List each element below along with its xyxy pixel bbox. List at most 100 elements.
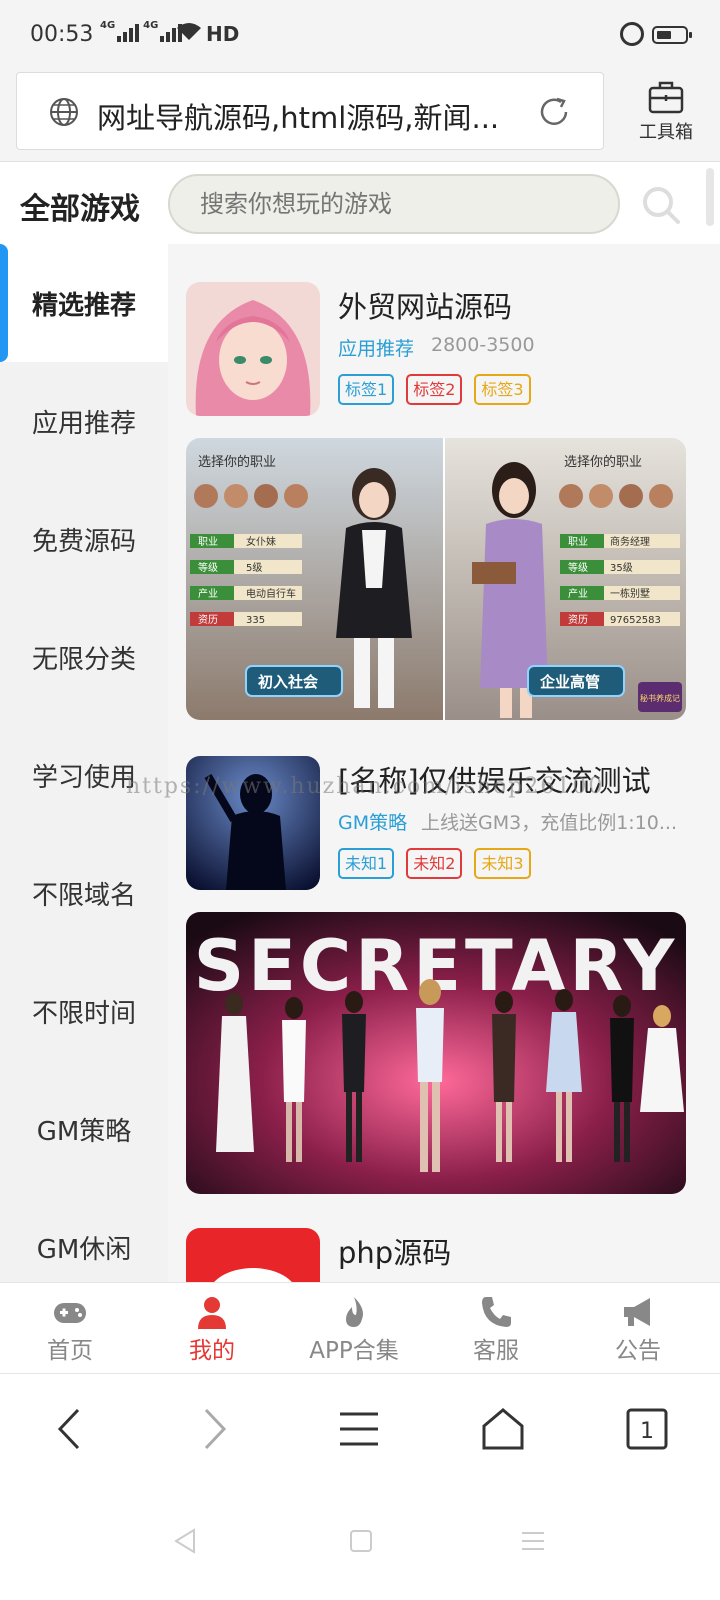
sidebar-item-label: 不限域名 [31,880,136,911]
search-box[interactable] [168,174,620,234]
sidebar-item-featured[interactable]: 精选推荐 [0,244,168,362]
tabs-icon: 1 [626,1408,668,1450]
sidebar-item-gm-strategy[interactable]: GM策略 [0,1070,168,1188]
nav-label: 客服 [473,1338,519,1364]
forward-icon[interactable] [188,1404,238,1454]
game-title[interactable]: php源码 [338,1230,451,1272]
sidebar-item-label: 不限时间 [31,998,136,1029]
alarm-icon [620,22,644,46]
address-text[interactable]: 网址导航源码,html源码,新闻... [97,95,537,137]
system-nav-bar [0,1484,720,1600]
banner-row-value: 女仆妹 [246,535,276,548]
gamepad-icon [54,1303,86,1323]
tag: 未知3 [474,848,531,880]
toolbox-icon [648,81,684,114]
category-header: 全部游戏 [0,162,720,244]
wifi-icon [177,23,201,40]
user-icon [198,1297,226,1329]
sidebar-item-unlimited-domain[interactable]: 不限域名 [0,834,168,952]
signal-icon: 4G 4G [100,20,183,42]
sidebar-item-free-source[interactable]: 免费源码 [0,480,168,598]
banner-heading-left: 选择你的职业 [198,454,276,470]
search-input[interactable] [200,190,580,218]
nav-label: 首页 [47,1338,93,1364]
game-item[interactable]: 外贸网站源码 应用推荐 2800-3500 标签1 标签2 标签3 [186,282,686,416]
banner-row-key: 等级 [568,561,588,574]
badge-executive: 企业高管 [527,665,625,697]
banner-row-value: 35级 [610,562,633,574]
tabs-button[interactable]: 1 [622,1404,672,1454]
sidebar-item-label: 学习使用 [31,762,136,793]
refresh-icon[interactable] [535,93,573,131]
home-icon[interactable] [478,1404,528,1454]
game-thumbnail[interactable] [186,1228,320,1282]
address-bar[interactable]: 网址导航源码,html源码,新闻... [16,72,604,150]
status-time: 00:53 [30,22,94,47]
scrollbar[interactable] [706,168,714,226]
banner-row-value: 电动自行车 [246,587,296,600]
nav-label: APP合集 [309,1338,399,1364]
toolbox-label: 工具箱 [639,122,693,143]
system-back-icon[interactable] [170,1526,200,1556]
game-item[interactable]: php源码 [186,1228,686,1282]
game-category: GM策略 [338,812,408,834]
tag: 标签1 [338,374,395,406]
nav-item-announcement[interactable]: 公告 [578,1295,698,1365]
flame-icon [346,1297,363,1327]
toolbox-button[interactable]: 工具箱 [624,80,708,144]
tag: 标签2 [406,374,463,406]
megaphone-icon [624,1298,650,1326]
nav-item-customer-service[interactable]: 客服 [436,1295,556,1365]
sidebar-item-label: 精选推荐 [31,290,136,321]
red-mascot-image [186,1228,320,1282]
sidebar-item-unlimited-time[interactable]: 不限时间 [0,952,168,1070]
nav-item-home[interactable]: 首页 [10,1295,130,1365]
phone-icon [482,1297,511,1327]
game-title[interactable]: 外贸网站源码 [338,284,512,326]
system-recents-icon[interactable] [518,1526,548,1556]
promo-banner-career[interactable]: 选择你的职业 选择你的职业 职业 女仆妹 等级 5级 产业 电动自行车 资历 3… [186,438,686,720]
search-icon[interactable] [640,184,682,226]
game-thumbnail[interactable] [186,282,320,416]
sidebar: 精选推荐 应用推荐 免费源码 无限分类 学习使用 不限域名 不限时间 GM策略 … [0,244,168,1282]
sidebar-item-gm-casual[interactable]: GM休闲 [0,1188,168,1282]
game-category: 应用推荐 [338,338,415,360]
sidebar-item-label: 应用推荐 [31,408,136,439]
banner-row-value: 97652583 [610,615,661,626]
badge-entry-level: 初入社会 [245,665,343,697]
game-corner-logo: 秘书养成记 [638,682,682,712]
sidebar-item-app-recommend[interactable]: 应用推荐 [0,362,168,480]
banner-row-value: 商务经理 [610,535,650,548]
nav-item-app-collection[interactable]: APP合集 [294,1295,414,1365]
status-bar: 00:53 4G 4G HD [0,0,720,70]
promo-banner-secretary[interactable]: SECRETARY [186,912,686,1194]
menu-icon[interactable] [334,1404,384,1454]
banner-row-value: 一栋别墅 [610,587,650,600]
sidebar-item-label: 免费源码 [31,526,136,557]
banner-row-key: 资历 [198,614,218,626]
tab-count: 1 [640,1419,654,1444]
banner-row-key: 产业 [198,587,218,600]
back-icon[interactable] [46,1404,96,1454]
game-desc: 2800-3500 [431,334,535,356]
banner-row-key: 职业 [198,536,218,548]
globe-icon [50,98,78,126]
nav-item-mine[interactable]: 我的 [152,1295,272,1365]
nav-label: 公告 [615,1338,661,1364]
banner-row-key: 职业 [568,536,588,548]
corner-logo-text: 秘书养成记 [640,693,680,703]
sidebar-item-label: GM策略 [36,1116,132,1147]
tag-list: 标签1 标签2 标签3 [338,374,531,406]
tag-list: 未知1 未知2 未知3 [338,848,531,880]
hd-indicator: HD [206,22,240,46]
secretary-banner-image: SECRETARY [186,912,686,1194]
banner-row-key: 产业 [568,587,588,600]
banner-heading-right: 选择你的职业 [564,454,642,470]
sidebar-item-unlimited-category[interactable]: 无限分类 [0,598,168,716]
badge-executive-text: 企业高管 [539,673,600,691]
system-home-icon[interactable] [346,1526,376,1556]
browser-address-area: 网址导航源码,html源码,新闻... 工具箱 [0,70,720,162]
game-list: 外贸网站源码 应用推荐 2800-3500 标签1 标签2 标签3 选择你的职业… [168,244,720,1282]
sidebar-item-label: 无限分类 [31,644,136,675]
network-type-1: 4G [100,20,116,31]
